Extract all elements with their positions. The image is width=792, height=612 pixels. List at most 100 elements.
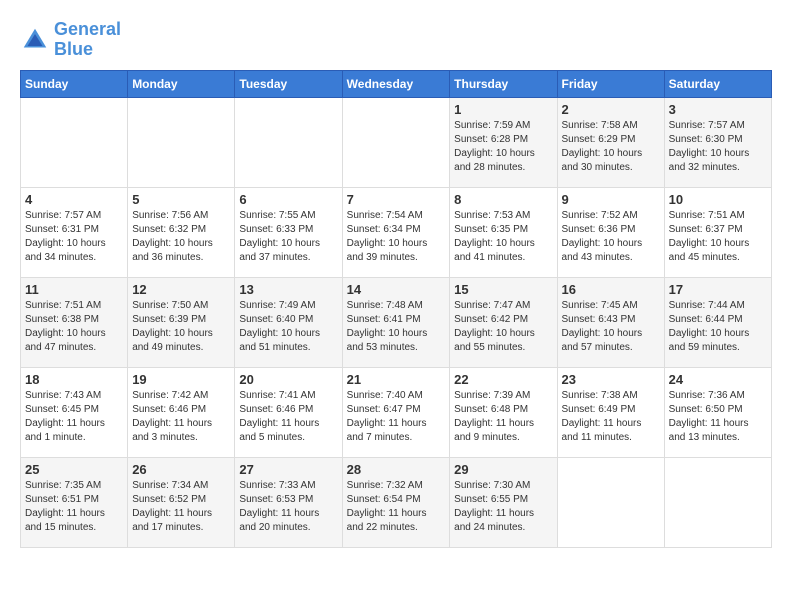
- calendar-cell: 18 Sunrise: 7:43 AM Sunset: 6:45 PM Dayli…: [21, 367, 128, 457]
- calendar-cell: [342, 97, 450, 187]
- weekday-header: Thursday: [450, 70, 557, 97]
- day-detail: Sunrise: 7:34 AM Sunset: 6:52 PM Dayligh…: [132, 479, 230, 535]
- calendar-cell: 9Sunrise: 7:52 AM Sunset: 6:36 PM Daylig…: [557, 187, 664, 277]
- day-number: 18: [25, 372, 123, 387]
- page-header: General Blue: [20, 20, 772, 60]
- day-number: 8: [454, 192, 552, 207]
- calendar-cell: 14 Sunrise: 7:48 AM Sunset: 6:41 PM Dayli…: [342, 277, 450, 367]
- day-detail: Sunrise: 7:44 AM Sunset: 6:44 PM Dayligh…: [669, 299, 767, 355]
- calendar-week: 4 Sunrise: 7:57 AM Sunset: 6:31 PM Daylig…: [21, 187, 772, 277]
- day-number: 3: [669, 102, 767, 117]
- day-number: 29: [454, 462, 552, 477]
- day-number: 24: [669, 372, 767, 387]
- calendar-week: 18 Sunrise: 7:43 AM Sunset: 6:45 PM Dayli…: [21, 367, 772, 457]
- day-detail: Sunrise: 7:52 AM Sunset: 6:36 PM Dayligh…: [562, 209, 660, 265]
- day-detail: Sunrise: 7:50 AM Sunset: 6:39 PM Dayligh…: [132, 299, 230, 355]
- calendar-table: SundayMondayTuesdayWednesdayThursdayFrid…: [20, 70, 772, 548]
- logo-icon: [20, 25, 50, 55]
- day-number: 26: [132, 462, 230, 477]
- logo-text: General Blue: [54, 20, 121, 60]
- day-number: 15: [454, 282, 552, 297]
- day-detail: Sunrise: 7:30 AM Sunset: 6:55 PM Dayligh…: [454, 479, 552, 535]
- calendar-cell: 28Sunrise: 7:32 AM Sunset: 6:54 PM Dayli…: [342, 457, 450, 547]
- day-detail: Sunrise: 7:54 AM Sunset: 6:34 PM Dayligh…: [347, 209, 446, 265]
- weekday-header: Saturday: [664, 70, 771, 97]
- calendar-cell: 25 Sunrise: 7:35 AM Sunset: 6:51 PM Dayli…: [21, 457, 128, 547]
- calendar-cell: 1 Sunrise: 7:59 AM Sunset: 6:28 PM Daylig…: [450, 97, 557, 187]
- day-detail: Sunrise: 7:35 AM Sunset: 6:51 PM Dayligh…: [25, 479, 123, 535]
- calendar-cell: 10 Sunrise: 7:51 AM Sunset: 6:37 PM Dayli…: [664, 187, 771, 277]
- day-number: 4: [25, 192, 123, 207]
- day-detail: Sunrise: 7:51 AM Sunset: 6:37 PM Dayligh…: [669, 209, 767, 265]
- calendar-cell: [128, 97, 235, 187]
- calendar-cell: [557, 457, 664, 547]
- weekday-header: Wednesday: [342, 70, 450, 97]
- day-detail: Sunrise: 7:47 AM Sunset: 6:42 PM Dayligh…: [454, 299, 552, 355]
- day-detail: Sunrise: 7:33 AM Sunset: 6:53 PM Dayligh…: [239, 479, 337, 535]
- day-number: 25: [25, 462, 123, 477]
- calendar-cell: 7Sunrise: 7:54 AM Sunset: 6:34 PM Daylig…: [342, 187, 450, 277]
- day-detail: Sunrise: 7:36 AM Sunset: 6:50 PM Dayligh…: [669, 389, 767, 445]
- calendar-cell: 21 Sunrise: 7:40 AM Sunset: 6:47 PM Dayli…: [342, 367, 450, 457]
- day-number: 27: [239, 462, 337, 477]
- calendar-week: 11 Sunrise: 7:51 AM Sunset: 6:38 PM Dayli…: [21, 277, 772, 367]
- day-number: 6: [239, 192, 337, 207]
- day-detail: Sunrise: 7:39 AM Sunset: 6:48 PM Dayligh…: [454, 389, 552, 445]
- calendar-header: SundayMondayTuesdayWednesdayThursdayFrid…: [21, 70, 772, 97]
- calendar-cell: [664, 457, 771, 547]
- calendar-cell: 8 Sunrise: 7:53 AM Sunset: 6:35 PM Daylig…: [450, 187, 557, 277]
- calendar-cell: 3 Sunrise: 7:57 AM Sunset: 6:30 PM Daylig…: [664, 97, 771, 187]
- day-number: 17: [669, 282, 767, 297]
- weekday-header: Friday: [557, 70, 664, 97]
- day-number: 10: [669, 192, 767, 207]
- day-number: 2: [562, 102, 660, 117]
- day-number: 11: [25, 282, 123, 297]
- calendar-week: 1 Sunrise: 7:59 AM Sunset: 6:28 PM Daylig…: [21, 97, 772, 187]
- calendar-week: 25 Sunrise: 7:35 AM Sunset: 6:51 PM Dayli…: [21, 457, 772, 547]
- day-detail: Sunrise: 7:48 AM Sunset: 6:41 PM Dayligh…: [347, 299, 446, 355]
- day-number: 22: [454, 372, 552, 387]
- day-number: 19: [132, 372, 230, 387]
- calendar-cell: 6 Sunrise: 7:55 AM Sunset: 6:33 PM Daylig…: [235, 187, 342, 277]
- calendar-cell: 23 Sunrise: 7:38 AM Sunset: 6:49 PM Dayli…: [557, 367, 664, 457]
- day-number: 5: [132, 192, 230, 207]
- calendar-cell: 13Sunrise: 7:49 AM Sunset: 6:40 PM Dayli…: [235, 277, 342, 367]
- day-detail: Sunrise: 7:32 AM Sunset: 6:54 PM Dayligh…: [347, 479, 446, 535]
- calendar-cell: [21, 97, 128, 187]
- calendar-cell: 26 Sunrise: 7:34 AM Sunset: 6:52 PM Dayli…: [128, 457, 235, 547]
- day-number: 14: [347, 282, 446, 297]
- calendar-cell: 11 Sunrise: 7:51 AM Sunset: 6:38 PM Dayli…: [21, 277, 128, 367]
- day-detail: Sunrise: 7:40 AM Sunset: 6:47 PM Dayligh…: [347, 389, 446, 445]
- day-number: 23: [562, 372, 660, 387]
- day-detail: Sunrise: 7:38 AM Sunset: 6:49 PM Dayligh…: [562, 389, 660, 445]
- day-detail: Sunrise: 7:59 AM Sunset: 6:28 PM Dayligh…: [454, 119, 552, 175]
- day-detail: Sunrise: 7:43 AM Sunset: 6:45 PM Dayligh…: [25, 389, 123, 445]
- day-number: 20: [239, 372, 337, 387]
- calendar-cell: 20 Sunrise: 7:41 AM Sunset: 6:46 PM Dayli…: [235, 367, 342, 457]
- day-detail: Sunrise: 7:45 AM Sunset: 6:43 PM Dayligh…: [562, 299, 660, 355]
- day-detail: Sunrise: 7:57 AM Sunset: 6:30 PM Dayligh…: [669, 119, 767, 175]
- day-detail: Sunrise: 7:51 AM Sunset: 6:38 PM Dayligh…: [25, 299, 123, 355]
- weekday-header: Tuesday: [235, 70, 342, 97]
- calendar-cell: 22 Sunrise: 7:39 AM Sunset: 6:48 PM Dayli…: [450, 367, 557, 457]
- calendar-cell: 4 Sunrise: 7:57 AM Sunset: 6:31 PM Daylig…: [21, 187, 128, 277]
- day-detail: Sunrise: 7:57 AM Sunset: 6:31 PM Dayligh…: [25, 209, 123, 265]
- logo: General Blue: [20, 20, 121, 60]
- day-number: 21: [347, 372, 446, 387]
- calendar-cell: 12Sunrise: 7:50 AM Sunset: 6:39 PM Dayli…: [128, 277, 235, 367]
- day-number: 1: [454, 102, 552, 117]
- calendar-cell: [235, 97, 342, 187]
- weekday-header: Monday: [128, 70, 235, 97]
- day-detail: Sunrise: 7:55 AM Sunset: 6:33 PM Dayligh…: [239, 209, 337, 265]
- calendar-cell: 29 Sunrise: 7:30 AM Sunset: 6:55 PM Dayli…: [450, 457, 557, 547]
- calendar-cell: 17 Sunrise: 7:44 AM Sunset: 6:44 PM Dayli…: [664, 277, 771, 367]
- calendar-cell: 19Sunrise: 7:42 AM Sunset: 6:46 PM Dayli…: [128, 367, 235, 457]
- day-detail: Sunrise: 7:49 AM Sunset: 6:40 PM Dayligh…: [239, 299, 337, 355]
- calendar-cell: 16 Sunrise: 7:45 AM Sunset: 6:43 PM Dayli…: [557, 277, 664, 367]
- day-detail: Sunrise: 7:53 AM Sunset: 6:35 PM Dayligh…: [454, 209, 552, 265]
- day-detail: Sunrise: 7:58 AM Sunset: 6:29 PM Dayligh…: [562, 119, 660, 175]
- calendar-cell: 5Sunrise: 7:56 AM Sunset: 6:32 PM Daylig…: [128, 187, 235, 277]
- calendar-cell: 2 Sunrise: 7:58 AM Sunset: 6:29 PM Daylig…: [557, 97, 664, 187]
- day-number: 16: [562, 282, 660, 297]
- day-detail: Sunrise: 7:41 AM Sunset: 6:46 PM Dayligh…: [239, 389, 337, 445]
